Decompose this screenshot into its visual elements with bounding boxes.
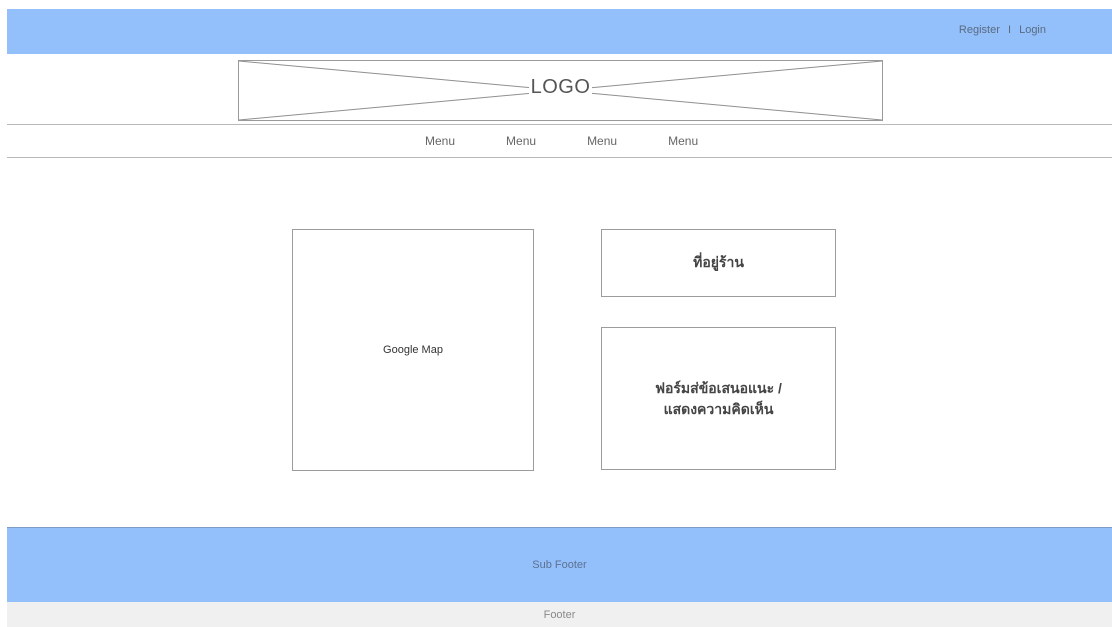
logo-label: LOGO bbox=[528, 76, 593, 98]
google-map-label: Google Map bbox=[383, 344, 443, 356]
register-link[interactable]: Register bbox=[959, 24, 1000, 36]
logo-placeholder[interactable]: LOGO bbox=[238, 60, 883, 121]
login-link[interactable]: Login bbox=[1019, 24, 1046, 36]
nav-item-menu-1[interactable]: Menu bbox=[425, 134, 455, 148]
feedback-form-line-1: ฟอร์มส่ข้อเสนอแนะ / bbox=[655, 379, 782, 396]
sub-footer: Sub Footer bbox=[7, 527, 1112, 602]
feedback-form-box[interactable]: ฟอร์มส่ข้อเสนอแนะ / แสดงความคิดเห็น bbox=[601, 327, 836, 470]
store-address-box: ที่อยู่ร้าน bbox=[601, 229, 836, 297]
main-nav: Menu Menu Menu Menu bbox=[7, 125, 1112, 158]
store-address-label: ที่อยู่ร้าน bbox=[693, 254, 744, 270]
auth-separator: I bbox=[1007, 24, 1012, 36]
logo-text-wrap: LOGO bbox=[239, 76, 882, 99]
google-map-placeholder[interactable]: Google Map bbox=[292, 229, 534, 471]
nav-item-menu-2[interactable]: Menu bbox=[506, 134, 536, 148]
feedback-form-text: ฟอร์มส่ข้อเสนอแนะ / แสดงความคิดเห็น bbox=[655, 378, 782, 420]
sub-footer-label: Sub Footer bbox=[532, 559, 587, 571]
footer: Footer bbox=[7, 602, 1112, 627]
nav-item-menu-3[interactable]: Menu bbox=[587, 134, 617, 148]
footer-label: Footer bbox=[543, 608, 576, 621]
nav-items: Menu Menu Menu Menu bbox=[425, 134, 698, 148]
feedback-form-line-2: แสดงความคิดเห็น bbox=[663, 400, 774, 417]
nav-item-menu-4[interactable]: Menu bbox=[668, 134, 698, 148]
auth-links: Register I Login bbox=[959, 24, 1046, 36]
main-content: Google Map ที่อยู่ร้าน ฟอร์มส่ข้อเสนอแนะ… bbox=[7, 158, 1112, 527]
header: LOGO bbox=[7, 54, 1112, 125]
page-frame: Register I Login LOGO Menu Menu Menu Men… bbox=[7, 9, 1112, 627]
top-bar: Register I Login bbox=[7, 9, 1112, 54]
